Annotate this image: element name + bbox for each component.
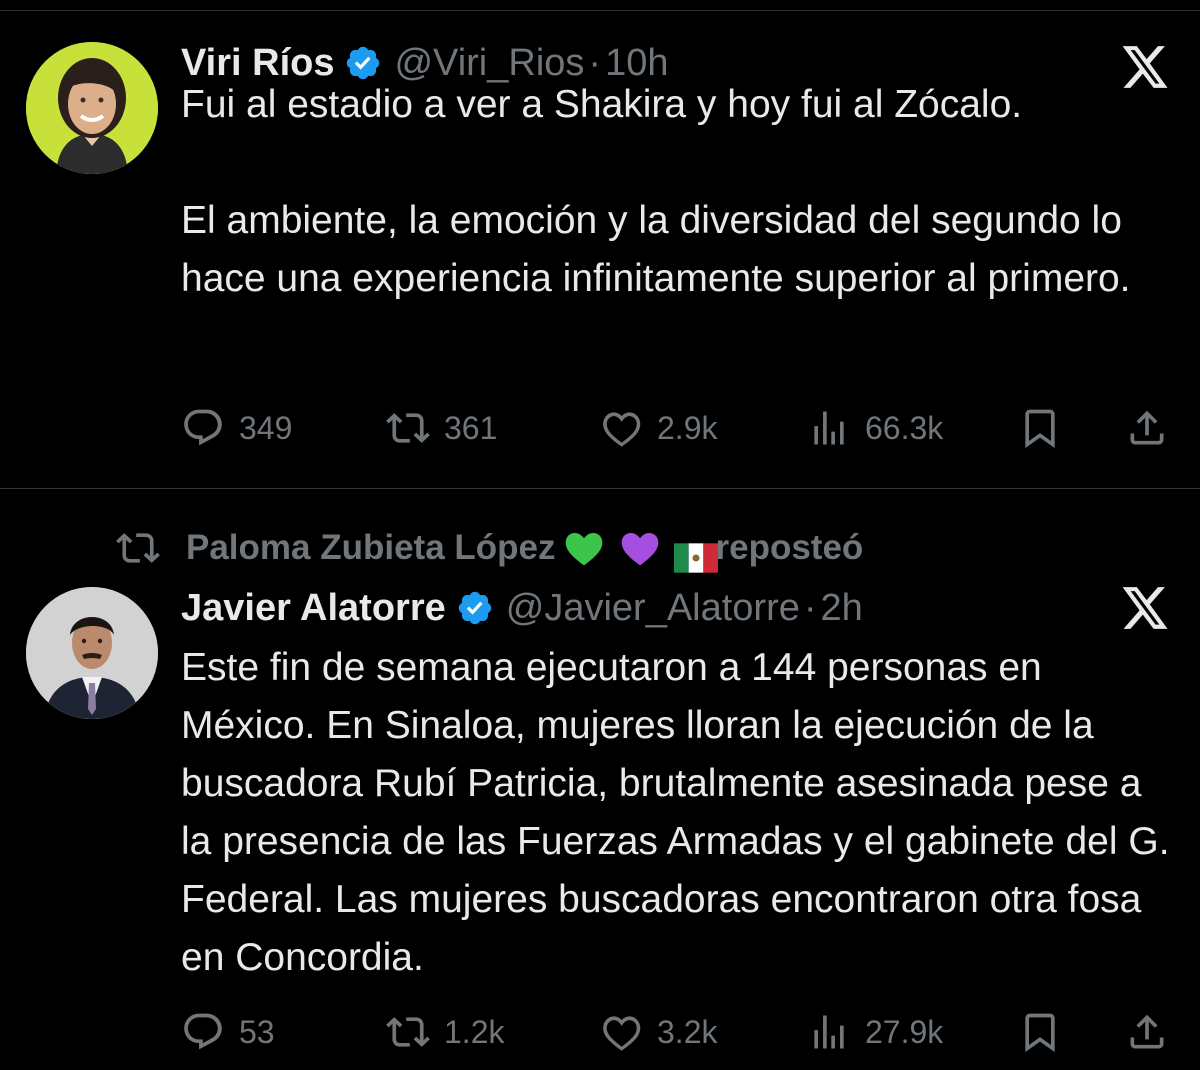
- repost-count: 1.2k: [444, 1013, 505, 1050]
- tweet[interactable]: Viri Ríos @Viri_Rios · 10h Fui al estadi…: [0, 10, 1200, 489]
- action-bar: 349 361 2.9k 66.3k: [181, 403, 1171, 453]
- reply-count: 53: [239, 1013, 275, 1050]
- reply-bubble-icon: [184, 409, 222, 446]
- timestamp[interactable]: 2h: [821, 587, 863, 630]
- like-button[interactable]: 2.9k: [599, 403, 717, 453]
- tweet-text: Este fin de semana ejecutaron a 144 pers…: [181, 646, 1181, 979]
- share-upload-icon: [1130, 410, 1164, 445]
- repost-count: 361: [444, 409, 498, 446]
- tweet[interactable]: Paloma Zubieta López reposteó Javier Ala…: [0, 489, 1200, 1070]
- like-count: 3.2k: [657, 1013, 718, 1050]
- reply-count: 349: [239, 409, 293, 446]
- share-upload-icon: [1130, 1014, 1164, 1049]
- verified-badge-icon: [456, 589, 494, 627]
- views-bars-icon: [814, 411, 844, 445]
- x-logo-icon: [1120, 585, 1170, 631]
- repost-arrows-icon: [386, 1017, 430, 1047]
- repost-label: reposteó: [715, 528, 864, 567]
- tweet-header: Javier Alatorre @Javier_Alatorre · 2h: [181, 583, 863, 633]
- views-button[interactable]: 27.9k: [807, 1007, 943, 1057]
- separator-dot: ·: [803, 586, 817, 629]
- reply-bubble-icon: [184, 1013, 222, 1050]
- bookmark-button[interactable]: [1018, 403, 1062, 453]
- like-count: 2.9k: [657, 409, 718, 446]
- view-count: 66.3k: [865, 409, 944, 446]
- handle[interactable]: @Javier_Alatorre: [506, 587, 800, 630]
- repost-indicator: Paloma Zubieta López reposteó: [116, 523, 863, 573]
- bookmark-icon: [1025, 1013, 1055, 1053]
- avatar[interactable]: [26, 587, 158, 719]
- repost-arrows-icon: [116, 533, 160, 563]
- repost-arrows-icon: [386, 413, 430, 443]
- share-button[interactable]: [1125, 1007, 1169, 1057]
- heart-icon: [603, 1016, 641, 1051]
- like-button[interactable]: 3.2k: [599, 1007, 717, 1057]
- reply-button[interactable]: 349: [181, 403, 292, 453]
- display-name[interactable]: Javier Alatorre: [181, 587, 446, 630]
- avatar[interactable]: [26, 42, 158, 174]
- mexico-flag-emoji: [673, 536, 718, 573]
- share-button[interactable]: [1125, 403, 1169, 453]
- views-bars-icon: [814, 1015, 844, 1049]
- bookmark-button[interactable]: [1018, 1007, 1062, 1057]
- reposter-name[interactable]: Paloma Zubieta López: [186, 528, 556, 568]
- tweet-text: Fui al estadio a ver a Shakira y hoy fui…: [181, 83, 1131, 300]
- repost-button[interactable]: 361: [386, 403, 497, 453]
- bookmark-icon: [1025, 409, 1055, 449]
- views-button[interactable]: 66.3k: [807, 403, 943, 453]
- reply-button[interactable]: 53: [181, 1007, 275, 1057]
- action-bar: 53 1.2k 3.2k 27.9k: [181, 1007, 1171, 1057]
- repost-button[interactable]: 1.2k: [386, 1007, 504, 1057]
- purple-heart-emoji: [618, 526, 662, 570]
- view-count: 27.9k: [865, 1013, 944, 1050]
- green-heart-emoji: [562, 526, 606, 570]
- heart-icon: [603, 412, 641, 447]
